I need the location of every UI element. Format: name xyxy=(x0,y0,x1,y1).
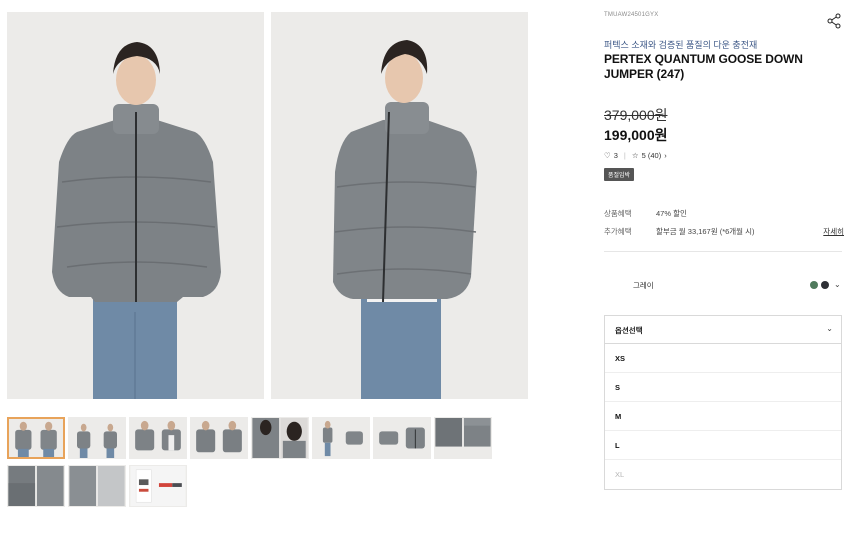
model-front-image xyxy=(7,12,264,399)
thumbnail-10[interactable] xyxy=(68,465,126,507)
size-option-xl: XL xyxy=(605,460,841,489)
size-label: XL xyxy=(615,470,625,479)
size-option-select: 옵션선택 ⌄ XS S M L XL xyxy=(604,315,842,490)
status-badge: 품절임박 xyxy=(604,168,635,181)
meta-separator: | xyxy=(623,151,626,160)
benefit-label: 추가혜택 xyxy=(604,227,632,236)
thumbnail-row xyxy=(7,465,507,507)
size-option-l[interactable]: L xyxy=(605,431,841,460)
thumbnail-1[interactable] xyxy=(7,417,65,459)
original-price: 379,000원 xyxy=(604,107,668,123)
thumbnail-7[interactable] xyxy=(373,417,431,459)
benefit-label: 상품혜택 xyxy=(604,209,632,218)
like-count: 3 xyxy=(613,151,618,160)
chevron-down-icon[interactable]: ⌄ xyxy=(834,280,841,289)
size-option-xs[interactable]: XS xyxy=(605,344,841,373)
thumbnail-11[interactable] xyxy=(129,465,187,507)
details-link[interactable]: 자세히 xyxy=(823,226,844,237)
green-swatch[interactable] xyxy=(810,281,818,289)
size-option-m[interactable]: M xyxy=(605,402,841,431)
chevron-right-icon[interactable]: › xyxy=(664,151,667,160)
thumbnail-4[interactable] xyxy=(190,417,248,459)
model-side-image xyxy=(271,12,528,399)
divider xyxy=(604,251,842,252)
selected-color-name: 그레이 xyxy=(633,281,654,290)
heart-icon[interactable]: ♡ xyxy=(604,151,611,160)
product-title: PERTEX QUANTUM GOOSE DOWN JUMPER (247) xyxy=(604,52,803,81)
share-icon[interactable] xyxy=(826,13,842,29)
benefit-row-product: 상품혜택 47% 할인 xyxy=(604,208,844,219)
sale-price: 199,000원 xyxy=(604,127,668,143)
product-code: TMUAW24501GYX xyxy=(604,12,659,18)
thumbnail-2[interactable] xyxy=(68,417,126,459)
dark-swatch[interactable] xyxy=(821,281,829,289)
size-option-s[interactable]: S xyxy=(605,373,841,402)
rating-link[interactable]: 5 (40) xyxy=(642,151,662,160)
main-image-side[interactable] xyxy=(271,12,528,399)
main-image-front[interactable] xyxy=(7,12,264,399)
product-meta: ♡ 3 | ☆ 5 (40) › xyxy=(604,151,667,160)
color-selector[interactable]: 그레이 ⌄ xyxy=(604,280,842,292)
thumbnail-3[interactable] xyxy=(129,417,187,459)
product-subtitle: 퍼텍스 소재와 검증된 품질의 다운 충전재 xyxy=(604,40,758,50)
size-label: S xyxy=(615,383,621,392)
thumbnail-strip xyxy=(7,417,507,513)
size-label: L xyxy=(615,441,620,450)
option-select-label: 옵션선택 xyxy=(615,326,643,335)
thumbnail-8[interactable] xyxy=(434,417,492,459)
thumbnail-row xyxy=(7,417,507,459)
benefit-row-extra: 추가혜택 할부금 월 33,167원 (*6개월 시) 자세히 xyxy=(604,226,844,237)
thumbnail-9[interactable] xyxy=(7,465,65,507)
benefit-value: 할부금 월 33,167원 (*6개월 시) xyxy=(656,227,755,236)
thumbnail-6[interactable] xyxy=(312,417,370,459)
size-label: M xyxy=(615,412,622,421)
size-label: XS xyxy=(615,354,626,363)
benefit-value: 47% 할인 xyxy=(656,209,687,218)
option-select-header[interactable]: 옵션선택 ⌄ xyxy=(605,316,841,344)
thumbnail-5[interactable] xyxy=(251,417,309,459)
chevron-down-icon[interactable]: ⌄ xyxy=(826,324,833,333)
star-icon: ☆ xyxy=(631,151,639,160)
